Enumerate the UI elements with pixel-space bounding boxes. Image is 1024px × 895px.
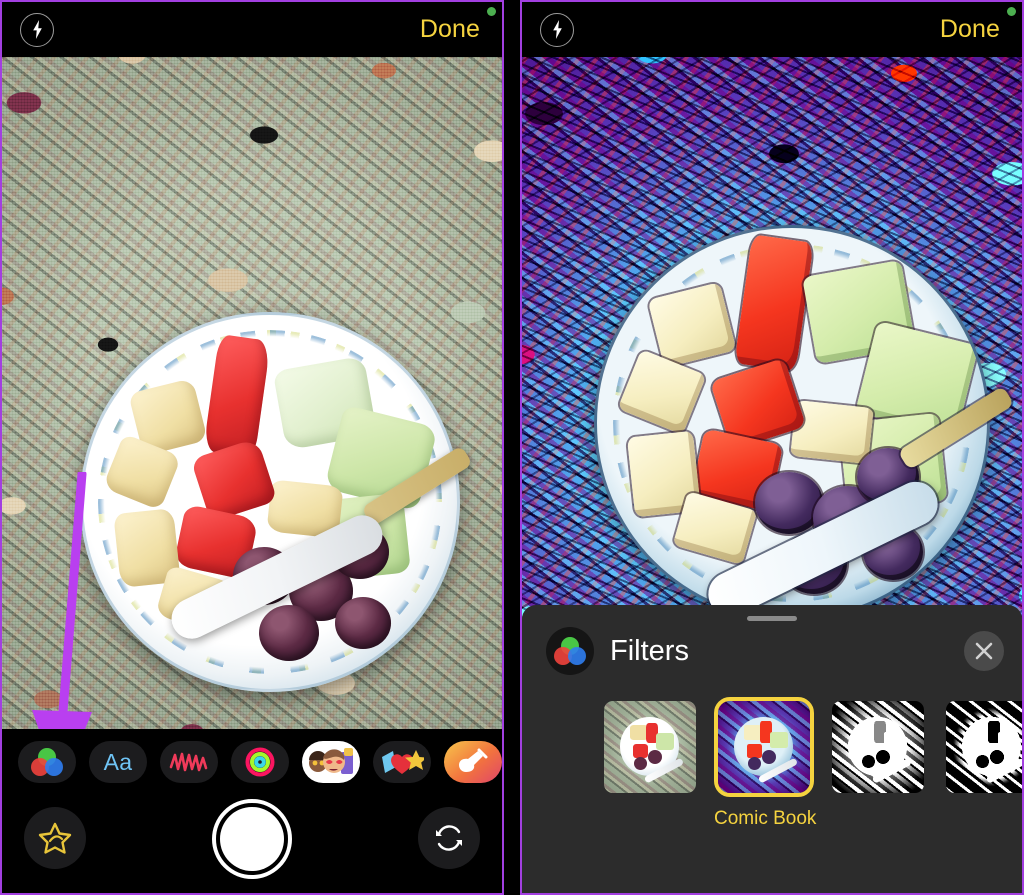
flash-toggle-button[interactable] bbox=[20, 12, 54, 47]
sheet-drag-handle[interactable] bbox=[747, 616, 797, 621]
squiggle-icon bbox=[169, 752, 208, 772]
camera-flip-icon bbox=[436, 825, 462, 851]
filter-option-mono[interactable] bbox=[828, 697, 928, 808]
text-effect-button[interactable]: Aa bbox=[89, 741, 147, 783]
effects-tray: Aa bbox=[2, 729, 502, 893]
text-aa-icon: Aa bbox=[103, 748, 133, 775]
lightning-bolt-icon bbox=[552, 20, 562, 39]
memoji-effect-button[interactable] bbox=[302, 741, 360, 783]
camera-controls-row bbox=[2, 799, 502, 885]
filters-sheet: Filters Comic Book bbox=[522, 605, 1022, 893]
effects-icon-row: Aa bbox=[2, 741, 502, 783]
star-effects-icon bbox=[38, 822, 72, 854]
music-effect-button[interactable] bbox=[444, 741, 502, 783]
rgb-circles-icon bbox=[31, 748, 63, 776]
filter-thumbnail[interactable] bbox=[714, 697, 814, 797]
shapes-effect-button[interactable] bbox=[160, 741, 218, 783]
filters-effect-button[interactable] bbox=[18, 741, 76, 783]
filter-option-none[interactable] bbox=[600, 697, 700, 808]
done-button[interactable]: Done bbox=[940, 15, 1000, 44]
camera-navbar-before: Done bbox=[2, 2, 502, 57]
activity-rings-icon bbox=[245, 747, 275, 777]
filters-sheet-icon-wrap bbox=[546, 627, 594, 675]
camera-flip-button[interactable] bbox=[418, 807, 480, 869]
camera-preview-before[interactable] bbox=[2, 57, 502, 729]
filter-thumbnail-strip[interactable]: Comic Book bbox=[522, 697, 1022, 830]
flash-toggle-button[interactable] bbox=[540, 12, 574, 47]
lightning-bolt-icon bbox=[32, 20, 42, 39]
shutter-inner bbox=[220, 807, 284, 871]
done-button[interactable]: Done bbox=[420, 15, 480, 44]
camera-preview-after[interactable]: Filters Comic Book bbox=[522, 57, 1022, 893]
filter-label: Comic Book bbox=[714, 808, 817, 829]
green-privacy-dot bbox=[487, 7, 496, 16]
camera-navbar-after: Done bbox=[522, 2, 1022, 57]
filters-sheet-title: Filters bbox=[610, 634, 689, 667]
green-privacy-dot bbox=[1007, 7, 1016, 16]
phone-screen-after: Done Filters Comic Book bbox=[520, 0, 1024, 895]
heart-star-stickers-icon bbox=[382, 750, 424, 774]
photo-original bbox=[2, 57, 502, 729]
rgb-circles-icon bbox=[554, 637, 586, 665]
filter-thumbnail[interactable] bbox=[828, 697, 928, 797]
activity-effect-button[interactable] bbox=[231, 741, 289, 783]
shutter-button[interactable] bbox=[212, 799, 292, 879]
memoji-face-icon bbox=[309, 748, 353, 774]
filter-option-comic-book[interactable]: Comic Book bbox=[714, 697, 817, 830]
close-filters-button[interactable] bbox=[964, 631, 1004, 671]
filter-thumbnail[interactable] bbox=[942, 697, 1022, 797]
phone-screen-before: Done Aa bbox=[0, 0, 504, 895]
stickers-effect-button[interactable] bbox=[373, 741, 431, 783]
filter-option-mono-high[interactable] bbox=[942, 697, 1022, 808]
star-effects-button[interactable] bbox=[24, 807, 86, 869]
filter-thumbnail[interactable] bbox=[600, 697, 700, 797]
close-icon bbox=[975, 642, 993, 660]
guitar-music-icon bbox=[459, 748, 488, 772]
screenshot-stage: Done Aa Done Filters Comic Book bbox=[0, 0, 1024, 895]
